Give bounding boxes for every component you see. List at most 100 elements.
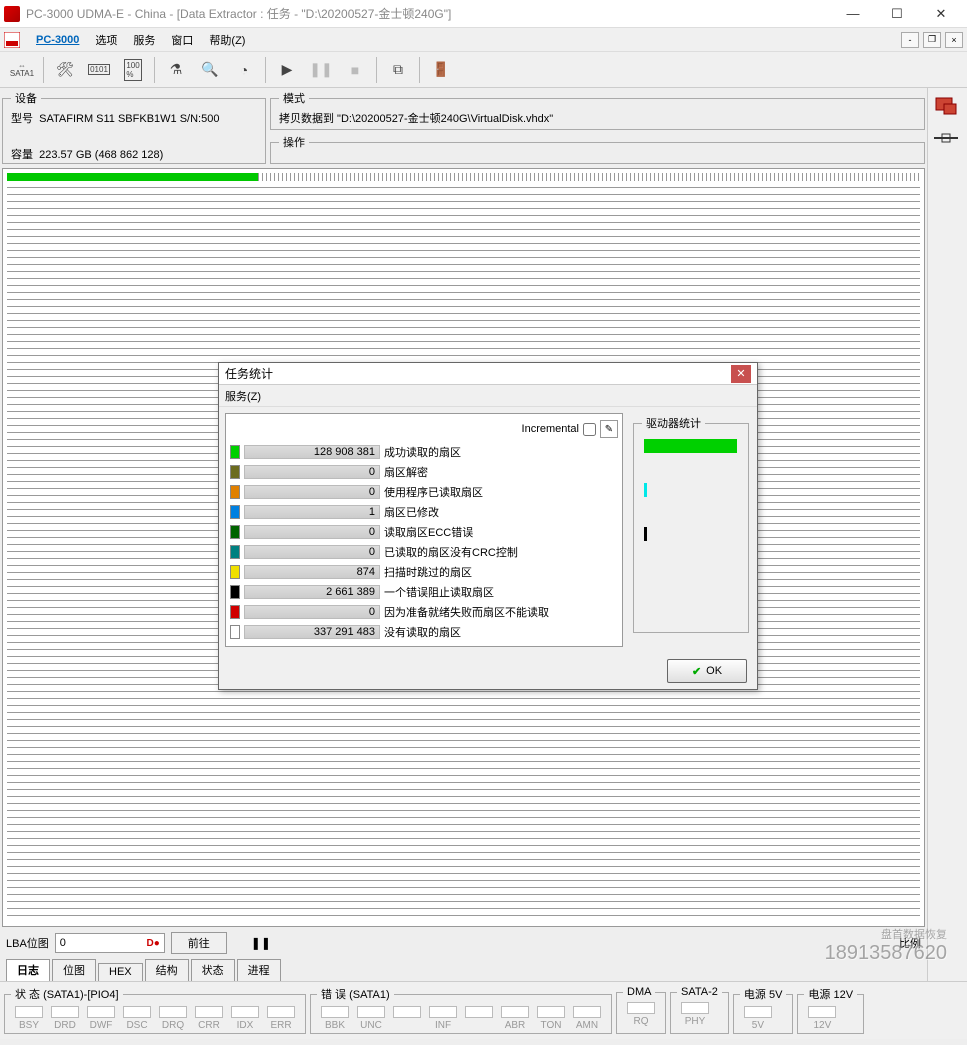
stat-label: 扇区已修改 bbox=[384, 504, 439, 520]
drive-stat-bar bbox=[644, 439, 737, 453]
tab-status[interactable]: 状态 bbox=[191, 959, 235, 981]
status-cell: DRQ bbox=[155, 1006, 191, 1031]
toolbar-sata-button[interactable]: ⇔SATA1 bbox=[6, 55, 38, 85]
lba-toolbar: LBA位图 0D● 前往 ❚❚ 比例 bbox=[0, 929, 927, 957]
status-cell: ABR bbox=[497, 1006, 533, 1031]
toolbar-settings-icon[interactable]: ⚗ bbox=[160, 55, 192, 85]
status-cell: 5V bbox=[740, 1006, 776, 1031]
device-capacity: 223.57 GB (468 862 128) bbox=[39, 149, 163, 161]
status-cell: BBK bbox=[317, 1006, 353, 1031]
menu-window[interactable]: 窗口 bbox=[163, 28, 201, 51]
status-cell: DWF bbox=[83, 1006, 119, 1031]
status-group-sata2: SATA-2 PHY bbox=[670, 986, 729, 1034]
incremental-checkbox[interactable] bbox=[583, 423, 596, 436]
connector-icon[interactable] bbox=[932, 126, 960, 150]
status-cell: BSY bbox=[11, 1006, 47, 1031]
task-stats-dialog: 任务统计 ✕ 服务(Z) Incremental ✎ 128 908 381成功… bbox=[218, 362, 758, 690]
toolbar-pause-button[interactable]: ❚❚ bbox=[305, 55, 337, 85]
status-group-sata: 状 态 (SATA1)-[PIO4] BSYDRDDWFDSCDRQCRRIDX… bbox=[4, 986, 306, 1034]
stat-value: 337 291 483 bbox=[244, 625, 380, 639]
stat-row: 874 扫描时跳过的扇区 bbox=[230, 562, 618, 582]
stat-row: 337 291 483 没有读取的扇区 bbox=[230, 622, 618, 642]
toolbar-copy-icon[interactable]: ⧉ bbox=[382, 55, 414, 85]
menu-options[interactable]: 选项 bbox=[87, 28, 125, 51]
edit-icon[interactable]: ✎ bbox=[600, 420, 618, 438]
drive-stats-fieldset: 驱动器统计 bbox=[633, 415, 749, 633]
color-swatch bbox=[230, 605, 240, 619]
lba-input[interactable]: 0D● bbox=[55, 933, 165, 953]
status-cell: 12V bbox=[804, 1006, 840, 1031]
tab-bitmap[interactable]: 位图 bbox=[52, 959, 96, 981]
ok-button[interactable]: ✔OK bbox=[667, 659, 747, 683]
status-cell: UNC bbox=[353, 1006, 389, 1031]
menu-services[interactable]: 服务 bbox=[125, 28, 163, 51]
window-minimize-button[interactable]: — bbox=[831, 1, 875, 27]
menu-brand[interactable]: PC-3000 bbox=[28, 28, 87, 51]
tab-process[interactable]: 进程 bbox=[237, 959, 281, 981]
toolbar-stop-button[interactable]: ■ bbox=[339, 55, 371, 85]
mode-fieldset: 模式 拷贝数据到 "D:\20200527-金士顿240G\VirtualDis… bbox=[270, 90, 925, 130]
window-maximize-button[interactable]: ☐ bbox=[875, 1, 919, 27]
incremental-label: Incremental bbox=[522, 423, 579, 435]
dialog-close-button[interactable]: ✕ bbox=[731, 365, 751, 383]
menu-help[interactable]: 帮助(Z) bbox=[201, 28, 253, 51]
stat-label: 因为准备就绪失败而扇区不能读取 bbox=[384, 604, 549, 620]
dialog-menu-service[interactable]: 服务(Z) bbox=[225, 388, 261, 404]
status-cell: AMN bbox=[569, 1006, 605, 1031]
status-cell: PHY bbox=[677, 1002, 713, 1027]
status-cell: TON bbox=[533, 1006, 569, 1031]
mdi-restore-button[interactable]: ❐ bbox=[923, 32, 941, 48]
stat-value: 1 bbox=[244, 505, 380, 519]
toolbar-play-button[interactable]: ▶ bbox=[271, 55, 303, 85]
color-swatch bbox=[230, 625, 240, 639]
toolbar-gauge-icon[interactable]: ◔ bbox=[228, 55, 260, 85]
drive-icon[interactable] bbox=[932, 94, 960, 118]
stat-row: 0使用程序已读取扇区 bbox=[230, 482, 618, 502]
stat-value: 0 bbox=[244, 545, 380, 559]
color-swatch bbox=[230, 525, 240, 539]
progress-bar bbox=[7, 173, 920, 181]
window-close-button[interactable]: ✕ bbox=[919, 1, 963, 27]
goto-button[interactable]: 前往 bbox=[171, 932, 227, 954]
stat-row: 0扇区解密 bbox=[230, 462, 618, 482]
right-side-panel bbox=[927, 88, 967, 981]
stat-value: 0 bbox=[244, 605, 380, 619]
tab-log[interactable]: 日志 bbox=[6, 959, 50, 981]
stat-row: 2 661 389一个错误阻止读取扇区 bbox=[230, 582, 618, 602]
toolbar-binocular-icon[interactable]: 🔍 bbox=[194, 55, 226, 85]
stat-label: 扫描时跳过的扇区 bbox=[384, 564, 472, 580]
mdi-close-button[interactable]: × bbox=[945, 32, 963, 48]
toolbar-chip1-icon[interactable]: 0101 bbox=[83, 55, 115, 85]
pause-icon[interactable]: ❚❚ bbox=[251, 936, 271, 950]
toolbar-chip2-icon[interactable]: 100% bbox=[117, 55, 149, 85]
tab-structure[interactable]: 结构 bbox=[145, 959, 189, 981]
stat-row: 1 扇区已修改 bbox=[230, 502, 618, 522]
mdi-minimize-button[interactable]: - bbox=[901, 32, 919, 48]
dialog-menu: 服务(Z) bbox=[219, 385, 757, 407]
toolbar-tools-icon[interactable]: 🛠 bbox=[49, 55, 81, 85]
color-swatch bbox=[230, 465, 240, 479]
toolbar-exit-icon[interactable]: 🚪 bbox=[425, 55, 457, 85]
status-group-dma: DMA RQ bbox=[616, 986, 666, 1034]
color-swatch bbox=[230, 485, 240, 499]
stat-value: 0 bbox=[244, 525, 380, 539]
status-bar: 状 态 (SATA1)-[PIO4] BSYDRDDWFDSCDRQCRRIDX… bbox=[0, 981, 967, 1039]
tab-hex[interactable]: HEX bbox=[98, 963, 143, 981]
status-cell: DSC bbox=[119, 1006, 155, 1031]
stat-value: 2 661 389 bbox=[244, 585, 380, 599]
status-cell: IDX bbox=[227, 1006, 263, 1031]
toolbar: ⇔SATA1 🛠 0101 100% ⚗ 🔍 ◔ ▶ ❚❚ ■ ⧉ 🚪 bbox=[0, 52, 967, 88]
stat-row: 0 读取扇区ECC错误 bbox=[230, 522, 618, 542]
drive-stat-bar bbox=[644, 483, 647, 497]
drive-stat-bar bbox=[644, 527, 647, 541]
device-legend: 设备 bbox=[11, 90, 41, 106]
app-icon bbox=[4, 6, 20, 22]
dialog-titlebar[interactable]: 任务统计 ✕ bbox=[219, 363, 757, 385]
color-swatch bbox=[230, 585, 240, 599]
operation-fieldset: 操作 bbox=[270, 134, 925, 164]
device-fieldset: 设备 型号 SATAFIRM S11 SBFKB1W1 S/N:500 容量 2… bbox=[2, 90, 266, 164]
stat-label: 没有读取的扇区 bbox=[384, 624, 461, 640]
stat-label: 读取扇区ECC错误 bbox=[384, 524, 473, 540]
stat-value: 0 bbox=[244, 465, 380, 479]
stat-value: 874 bbox=[244, 565, 380, 579]
